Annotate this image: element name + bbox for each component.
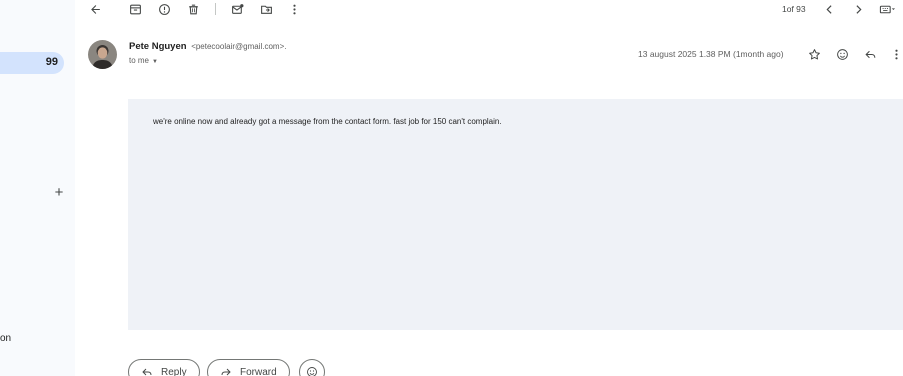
arrow-left-icon[interactable] [87,1,103,17]
email-view-page: 99 + on 1of 93 Pete Nguyen <petecoolair@… [0,0,903,376]
sender-email: <petecoolair@gmail.com>. [191,42,287,51]
sender-name[interactable]: Pete Nguyen [129,41,187,52]
message-toolbar: 1of 93 [75,0,903,18]
sidebar-item-inbox[interactable]: 99 [0,52,64,74]
chevron-right-icon[interactable] [850,1,866,17]
chevron-left-icon[interactable] [821,1,837,17]
star-icon[interactable] [806,46,822,62]
smiley-icon [307,367,317,376]
sidebar: 99 + on [0,0,75,376]
sidebar-item-label-fragment[interactable]: on [0,333,11,344]
more-vert-icon[interactable] [286,1,302,17]
emoji-react-button[interactable] [299,359,325,376]
trash-icon[interactable] [185,1,201,17]
emoji-reaction-icon[interactable] [834,46,850,62]
report-spam-icon[interactable] [156,1,172,17]
forward-button[interactable]: Forward [207,359,290,376]
forward-button-label: Forward [240,366,277,376]
email-date: 13 august 2025 1.38 PM (1month ago) [638,49,784,59]
sender-avatar[interactable] [88,40,117,69]
reply-button-label: Reply [161,366,187,376]
pager-count: 1of 93 [782,4,806,14]
recipient-details-toggle[interactable]: to me ▼ [129,56,158,65]
move-to-icon[interactable] [258,1,274,17]
message-body: we're online now and already got a messa… [128,99,903,330]
reply-button[interactable]: Reply [128,359,200,376]
mark-unread-icon[interactable] [229,1,245,17]
toolbar-divider [215,3,216,15]
message-text: we're online now and already got a messa… [153,117,502,126]
reply-icon[interactable] [862,46,878,62]
forward-icon [221,368,231,376]
to-line: to me [129,56,150,65]
reply-icon [142,368,152,376]
archive-icon[interactable] [127,1,143,17]
inbox-unread-count: 99 [45,56,58,68]
caret-down-icon: ▼ [152,59,158,65]
input-tools-icon[interactable] [877,1,899,17]
sender-line: Pete Nguyen <petecoolair@gmail.com>. [129,41,286,52]
more-options-icon[interactable] [890,46,903,62]
add-label-button[interactable]: + [52,184,66,201]
